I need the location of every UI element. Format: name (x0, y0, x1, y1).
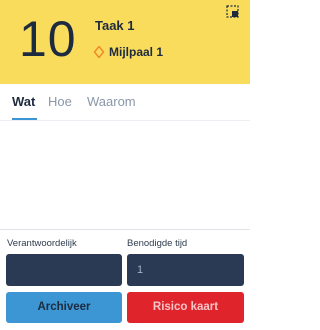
task-card: 10 Taak 1 Mijlpaal 1 Wat Hoe Waarom Vera… (0, 0, 250, 330)
milestone-label: Mijlpaal 1 (109, 45, 164, 59)
task-number: 10 (19, 11, 77, 67)
tab-hoe[interactable]: Hoe (48, 94, 72, 110)
tab-bar: Wat Hoe Waarom (0, 84, 250, 121)
time-needed-label: Benodigde tijd (127, 238, 188, 249)
time-needed-input[interactable] (127, 254, 244, 286)
tab-waarom[interactable]: Waarom (87, 94, 136, 110)
task-header: 10 Taak 1 Mijlpaal 1 (0, 0, 250, 84)
task-title[interactable]: Taak 1 (95, 18, 135, 34)
footer-divider (0, 229, 250, 230)
milestone[interactable]: Mijlpaal 1 (93, 44, 163, 60)
risk-card-button[interactable]: Risico kaart (127, 292, 244, 323)
responsible-input[interactable] (6, 254, 122, 286)
responsible-label: Verantwoordelijk (7, 238, 77, 249)
tab-wat[interactable]: Wat (12, 94, 35, 110)
diamond-icon (93, 45, 105, 59)
tab-content (0, 121, 250, 229)
select-dashed-icon[interactable] (226, 5, 239, 18)
archive-button[interactable]: Archiveer (6, 292, 122, 323)
